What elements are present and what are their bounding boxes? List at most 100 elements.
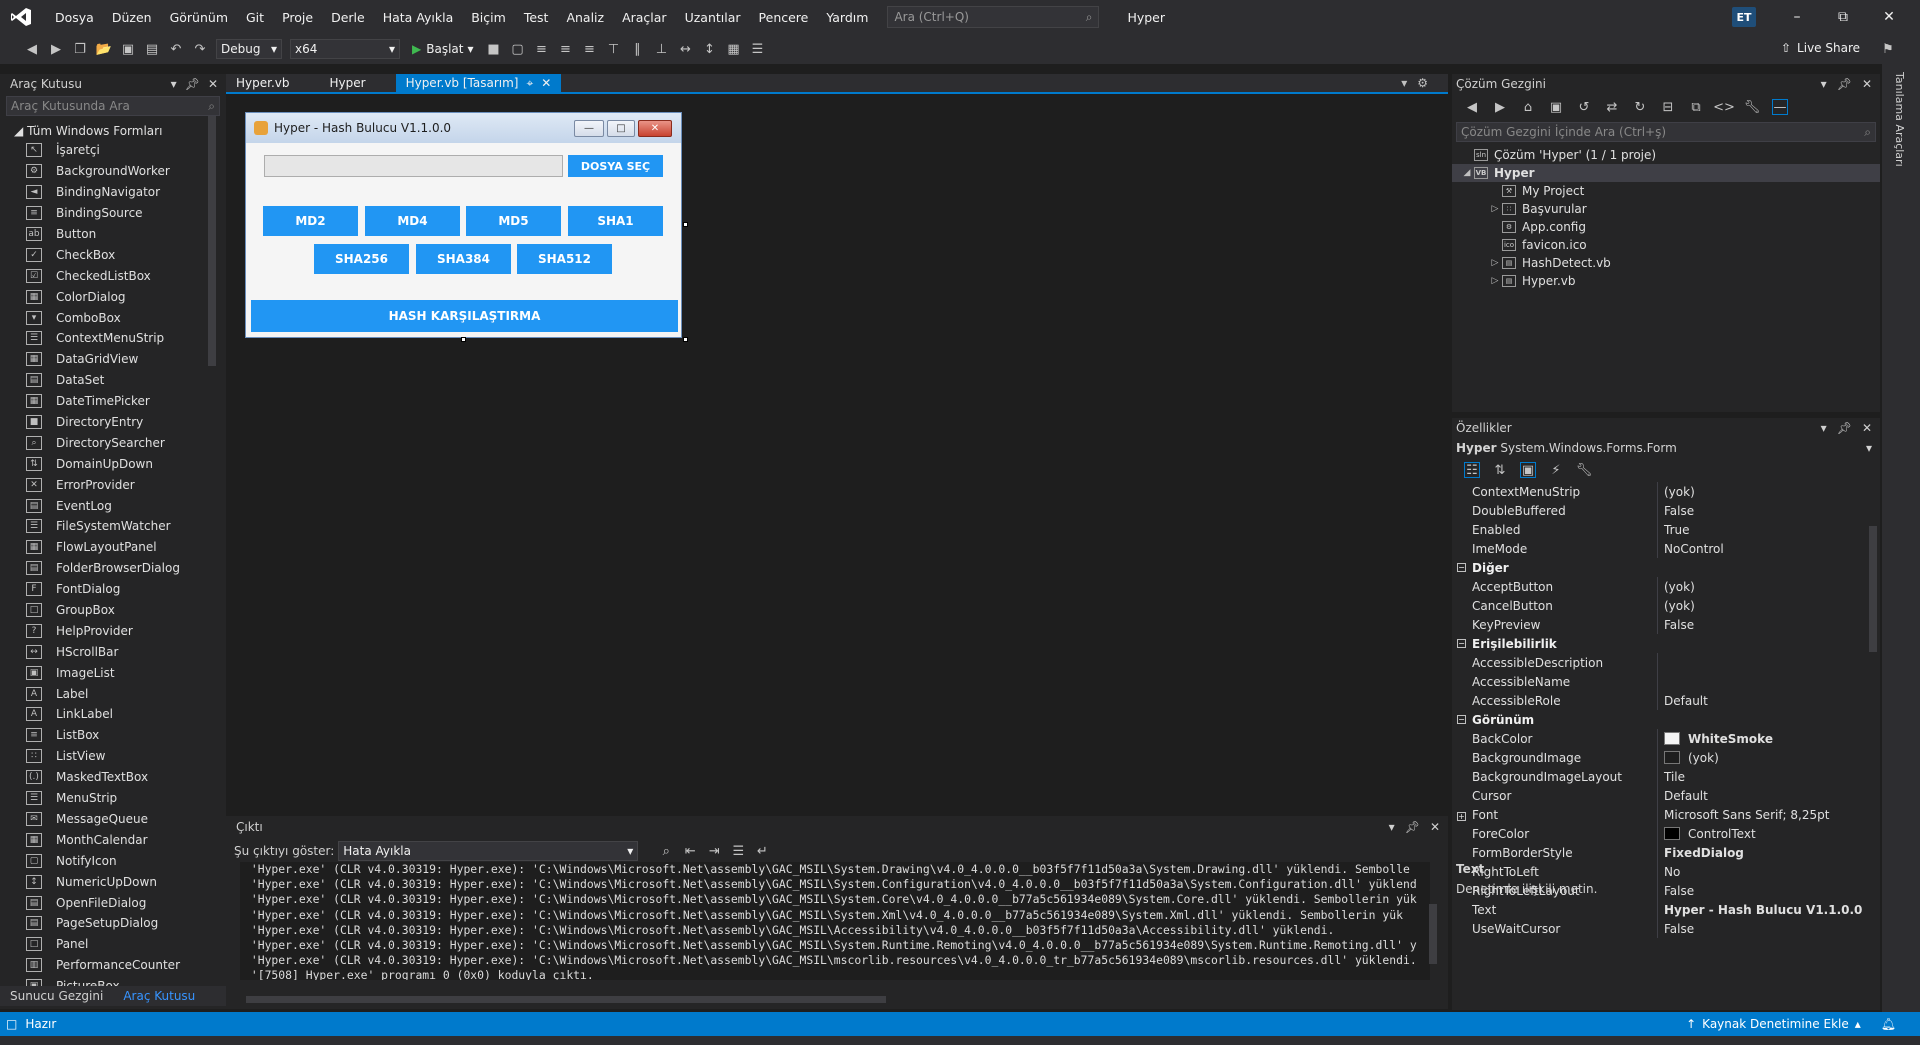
output-text[interactable]: 'Hyper.exe' (CLR v4.0.30319: Hyper.exe):… [240,862,1430,980]
close-icon[interactable]: ✕ [208,77,218,91]
property-value[interactable]: False [1657,881,1880,900]
tree-item-favicon[interactable]: ico favicon.ico [1452,236,1880,254]
toolbox-item[interactable]: ▤ PageSetupDialog [0,913,226,934]
solution-node[interactable]: sln Çözüm 'Hyper' (1 / 1 proje) [1452,146,1880,164]
next-message-icon[interactable]: ⇥ [706,843,722,859]
toolbox-item[interactable]: ☰ ContextMenuStrip [0,328,226,349]
toolbox-item[interactable]: ⌕ DirectorySearcher [0,432,226,453]
toolbox-item[interactable]: (.) MaskedTextBox [0,767,226,788]
find-icon[interactable]: ⌕ [658,843,674,859]
property-value[interactable] [1657,653,1880,672]
properties-view-icon[interactable]: ▣ [1520,462,1536,478]
property-value[interactable]: Microsoft Sans Serif; 8,25pt [1657,805,1880,824]
property-row[interactable]: ImeMode NoControl [1452,539,1880,558]
form-designer-window[interactable]: Hyper - Hash Bulucu V1.1.0.0 — □ ✕ DOSYA… [245,112,682,338]
toolbox-item[interactable]: ≡ BindingSource [0,203,226,224]
close-icon[interactable]: ✕ [1862,77,1872,91]
view-code-icon[interactable]: <> [1713,99,1735,115]
menu-item[interactable]: Analiz [557,10,613,25]
toolbox-item[interactable]: ↔ HScrollBar [0,641,226,662]
toolbox-item[interactable]: ▾ ComboBox [0,307,226,328]
toolbox-item[interactable]: ∷ ListView [0,746,226,767]
tab-hyper-designer[interactable]: Hyper.vb [Tasarım] ⌖ ✕ [395,74,562,92]
expand-icon[interactable]: ▷ [1488,204,1502,214]
menu-item[interactable]: Yardım [817,10,877,25]
show-all-files-icon[interactable]: ⧉ [1688,99,1704,115]
align-right-icon[interactable]: ≡ [582,41,598,57]
tab-list-icon[interactable]: ▾ [1401,76,1407,90]
expand-icon[interactable]: + [1457,811,1466,821]
property-value[interactable]: (yok) [1657,577,1880,596]
menu-item[interactable]: Uzantılar [676,10,750,25]
forward-icon[interactable]: ▶ [1492,99,1508,115]
tree-item-app-config[interactable]: ⚙ App.config [1452,218,1880,236]
redo-icon[interactable]: ↷ [192,41,208,57]
property-value[interactable]: (yok) [1657,596,1880,615]
pin-icon[interactable]: 📌︎ [185,77,200,91]
sha256-button[interactable]: SHA256 [314,244,409,274]
property-value[interactable]: Hyper - Hash Bulucu V1.1.0.0 [1657,900,1880,919]
visual-studio-logo-icon[interactable] [10,7,32,27]
user-avatar[interactable]: ET [1732,7,1756,27]
tab-hyper-vb[interactable]: Hyper.vb [226,74,300,92]
toolbox-item[interactable]: ✓ CheckBox [0,244,226,265]
output-source-select[interactable]: Hata Ayıkla ▾ [338,841,639,861]
property-value[interactable]: False [1657,919,1880,938]
form-close-icon[interactable]: ✕ [638,120,672,137]
toolbox-item[interactable]: ▢ NotifyIcon [0,850,226,871]
spacing-icon[interactable]: ↔ [678,41,694,57]
md4-button[interactable]: MD4 [365,206,460,236]
dropdown-icon[interactable]: ▾ [1389,820,1395,834]
form-maximize-icon[interactable]: □ [607,120,635,137]
menu-item[interactable]: Pencere [750,10,818,25]
pin-icon[interactable]: ⌖ [527,76,534,91]
expand-icon[interactable]: ▷ [1488,258,1502,268]
collapse-icon[interactable]: − [1457,563,1466,572]
toolbox-item[interactable]: ↕ NumericUpDown [0,871,226,892]
property-row[interactable]: FormBorderStyle FixedDialog [1452,843,1880,862]
property-value[interactable]: Default [1657,691,1880,710]
menu-item[interactable]: Hata Ayıkla [374,10,463,25]
undo-icon[interactable]: ↶ [168,41,184,57]
close-tab-icon[interactable]: ✕ [541,76,551,90]
md5-button[interactable]: MD5 [466,206,561,236]
category-accessibility[interactable]: − Erişilebilirlik [1452,634,1880,653]
dropdown-icon[interactable]: ▾ [1821,77,1827,91]
property-value[interactable]: (yok) [1657,482,1880,501]
expand-icon[interactable]: ▷ [1488,276,1502,286]
property-row-backcolor[interactable]: BackColor WhiteSmoke [1452,729,1880,748]
menu-item[interactable]: Test [515,10,558,25]
toolbox-item[interactable]: A Label [0,683,226,704]
resize-handle-corner[interactable] [683,337,688,342]
properties-icon[interactable]: 🔧︎ [1744,99,1761,115]
switch-views-icon[interactable]: ▣ [1548,99,1564,115]
toolbox-item[interactable]: ▦ ColorDialog [0,286,226,307]
hash-compare-button[interactable]: HASH KARŞILAŞTIRMA [251,300,678,332]
tab-toolbox[interactable]: Araç Kutusu [113,989,205,1003]
menu-item[interactable]: Araçlar [613,10,676,25]
configuration-select[interactable]: Debug ▾ [216,39,282,59]
toolbox-item[interactable]: ◄ BindingNavigator [0,182,226,203]
property-value[interactable]: FixedDialog [1657,843,1880,862]
save-icon[interactable]: ▣ [120,41,136,57]
restore-button[interactable]: ⧉ [1820,0,1866,34]
live-share-button[interactable]: ⇧ Live Share [1781,41,1860,55]
tab-hyper[interactable]: Hyper [320,74,376,92]
property-row[interactable]: KeyPreview False [1452,615,1880,634]
toolbox-item[interactable]: ✉ MessageQueue [0,809,226,830]
property-value[interactable]: ControlText [1657,824,1880,843]
file-path-textbox[interactable] [264,155,563,177]
resize-handle-right[interactable] [683,222,688,227]
toolbox-item[interactable]: □ Panel [0,934,226,955]
categorized-icon[interactable]: ☷ [1464,462,1480,478]
screenshot-icon[interactable]: ▢ [510,41,526,57]
alphabetical-icon[interactable]: ⇅ [1492,462,1508,478]
property-value[interactable] [1657,672,1880,691]
sync-icon[interactable]: ⇄ [1604,99,1620,115]
property-value[interactable]: Default [1657,786,1880,805]
category-appearance[interactable]: − Görünüm [1452,710,1880,729]
category-other[interactable]: − Diğer [1452,558,1880,577]
property-value[interactable]: WhiteSmoke [1657,729,1880,748]
md2-button[interactable]: MD2 [263,206,358,236]
toolbox-search-input[interactable]: Araç Kutusunda Ara ⌕ [6,96,220,116]
